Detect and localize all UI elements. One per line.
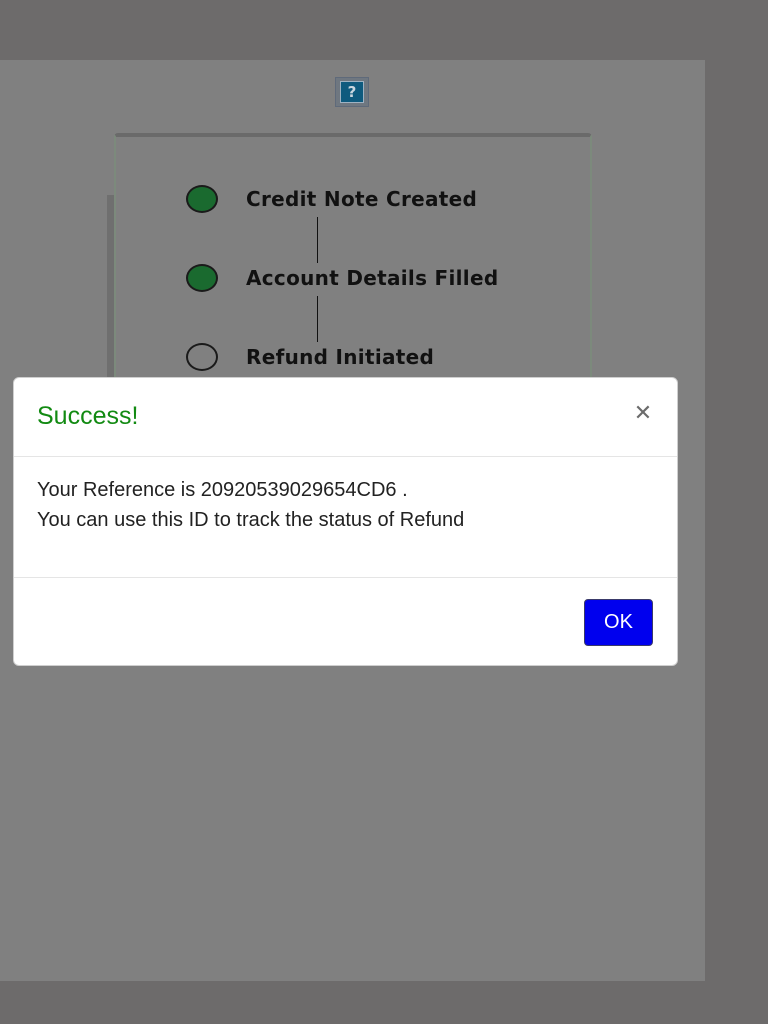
dialog-footer: OK [14, 578, 677, 665]
help-icon: ? [340, 81, 364, 103]
step-pending-icon [186, 343, 218, 371]
close-icon[interactable]: ✕ [631, 398, 655, 428]
dialog-header: Success! ✕ [14, 378, 677, 457]
dialog-body: Your Reference is 20920539029654CD6 . Yo… [14, 457, 677, 578]
dialog-title: Success! [37, 402, 139, 430]
tracker-step-account-details-filled: Account Details Filled [186, 261, 498, 295]
step-complete-icon [186, 264, 218, 292]
step-connector-line [317, 217, 318, 263]
ok-button[interactable]: OK [584, 599, 653, 646]
help-button[interactable]: ? [335, 77, 369, 107]
success-dialog: Success! ✕ Your Reference is 20920539029… [13, 377, 678, 666]
page-background: ? Credit Note Created Account Details Fi… [0, 0, 768, 1024]
step-complete-icon [186, 185, 218, 213]
tracking-hint-message: You can use this ID to track the status … [37, 509, 465, 531]
step-label: Refund Initiated [246, 345, 435, 369]
reference-message: Your Reference is 20920539029654CD6 . [37, 479, 408, 501]
step-label: Account Details Filled [246, 266, 499, 290]
refund-status-tracker: Credit Note Created Account Details Fill… [114, 133, 592, 383]
tracker-step-credit-note-created: Credit Note Created [186, 182, 477, 216]
step-connector-line [317, 296, 318, 342]
tracker-step-refund-initiated: Refund Initiated [186, 340, 434, 374]
step-label: Credit Note Created [246, 187, 478, 211]
